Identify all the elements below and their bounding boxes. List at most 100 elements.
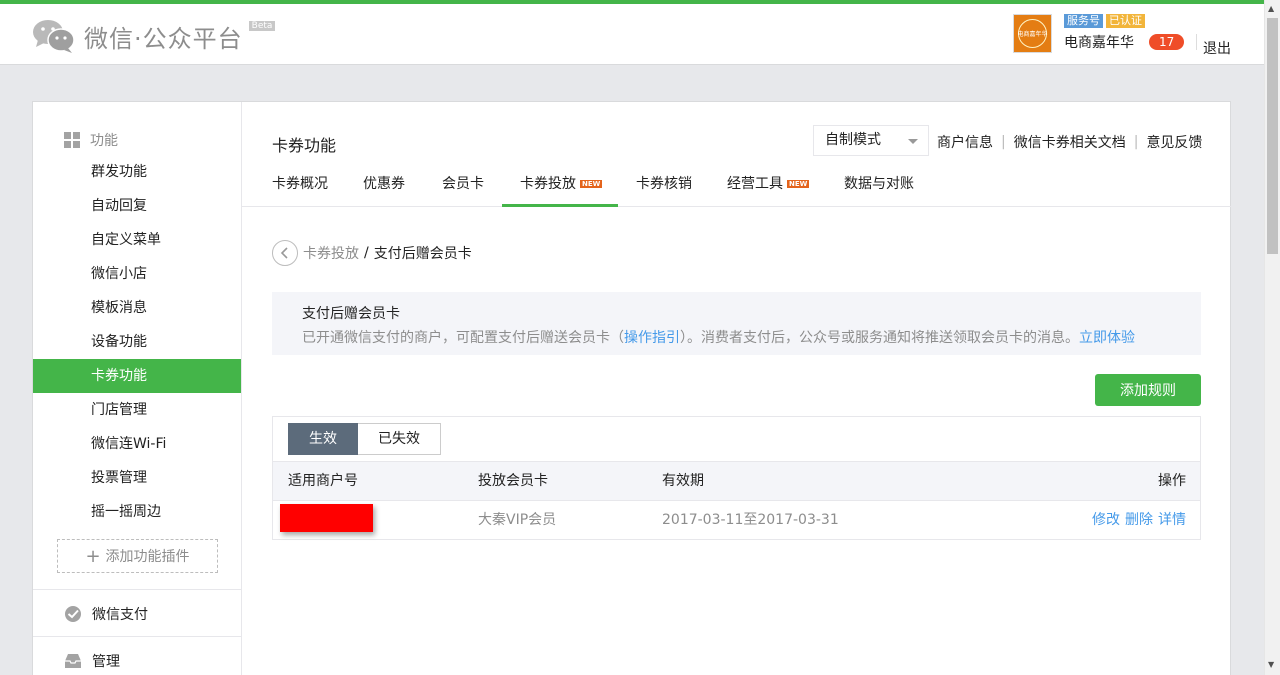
filter-active-button[interactable]: 生效 [288, 423, 358, 455]
chevron-left-icon [280, 247, 288, 259]
wechat-logo-icon [33, 20, 75, 53]
content-area: 卡券功能 自制模式 商户信息 | 微信卡券相关文档 | 意见反馈 卡券概况 优惠… [242, 102, 1232, 675]
sidebar-item-manage[interactable]: 管理 [64, 651, 120, 671]
status-filter: 生效 已失效 [288, 423, 441, 455]
sidebar-divider [33, 589, 241, 590]
manage-label: 管理 [92, 654, 120, 670]
sidebar-item-wifi[interactable]: 微信连Wi-Fi [33, 427, 241, 461]
tab-business-tools[interactable]: 经营工具 NEW [727, 168, 810, 207]
tab-card-distribution[interactable]: 卡券投放 NEW [502, 168, 618, 207]
mode-select-value: 自制模式 [825, 132, 881, 148]
edit-link[interactable]: 修改 [1092, 501, 1120, 539]
breadcrumb-current: 支付后赠会员卡 [373, 246, 472, 262]
top-links: 商户信息 | 微信卡券相关文档 | 意见反馈 [937, 132, 1202, 152]
detail-link[interactable]: 详情 [1158, 501, 1186, 539]
plus-icon: + [85, 545, 101, 567]
feedback-link[interactable]: 意见反馈 [1146, 132, 1202, 152]
new-badge: NEW [580, 180, 603, 188]
scroll-thumb[interactable] [1267, 18, 1278, 254]
top-header: 微信·公众平台 Beta 电商嘉年华 服务号 已认证 电商嘉年华 17 退出 [0, 0, 1264, 65]
guide-link[interactable]: 操作指引 [624, 330, 680, 346]
row-operations: 修改 删除 详情 [1092, 501, 1186, 539]
cell-validity: 2017-03-11至2017-03-31 [662, 512, 839, 528]
table-header: 适用商户号 投放会员卡 有效期 操作 [273, 461, 1200, 501]
add-plugin-label: 添加功能插件 [105, 549, 190, 565]
page-title: 卡券功能 [272, 136, 337, 155]
wechat-pay-icon [65, 606, 81, 622]
header-merchant-id: 适用商户号 [288, 473, 358, 489]
avatar[interactable]: 电商嘉年华 [1013, 14, 1052, 53]
scroll-down-icon[interactable]: ▼ [1268, 660, 1274, 669]
sidebar-item-auto-reply[interactable]: 自动回复 [33, 189, 241, 223]
sidebar-item-wechat-pay[interactable]: 微信支付 [64, 604, 148, 624]
message-count-badge[interactable]: 17 [1149, 34, 1185, 50]
avatar-text: 电商嘉年华 [1017, 30, 1047, 38]
table-row: 大秦VIP会员 2017-03-11至2017-03-31 修改 删除 详情 [273, 501, 1200, 540]
service-account-badge: 服务号 [1064, 14, 1103, 28]
logout-link[interactable]: 退出 [1203, 38, 1231, 58]
beta-badge: Beta [248, 21, 276, 31]
info-desc-middle: ）。消费者支付后，公众号或服务通知将推送领取会员卡的消息。 [680, 330, 1079, 346]
header-validity: 有效期 [662, 473, 704, 489]
logo-text: 微信·公众平台 [84, 24, 243, 53]
info-title: 支付后赠会员卡 [302, 306, 400, 322]
wechat-pay-label: 微信支付 [92, 607, 148, 623]
tab-card-overview[interactable]: 卡券概况 [272, 168, 328, 207]
filter-expired-button[interactable]: 已失效 [358, 423, 441, 455]
sidebar-item-shake[interactable]: 摇一摇周边 [33, 495, 241, 529]
inbox-icon [65, 654, 81, 668]
main-panel: 功能 群发功能 自动回复 自定义菜单 微信小店 模板消息 设备功能 卡券功能 门… [32, 101, 1232, 675]
sidebar-item-custom-menu[interactable]: 自定义菜单 [33, 223, 241, 257]
breadcrumb-parent-link[interactable]: 卡券投放 [303, 243, 359, 263]
card-docs-link[interactable]: 微信卡券相关文档 [1014, 132, 1126, 152]
sidebar-item-cards[interactable]: 卡券功能 [33, 359, 241, 393]
redacted-merchant-id [280, 504, 373, 532]
sidebar-item-template-message[interactable]: 模板消息 [33, 291, 241, 325]
tab-card-distribution-label: 卡券投放 [520, 176, 576, 192]
delete-link[interactable]: 删除 [1125, 501, 1153, 539]
sidebar-section-title: 功能 [90, 133, 118, 149]
sidebar-item-stores[interactable]: 门店管理 [33, 393, 241, 427]
header-divider [1196, 34, 1198, 50]
info-box: 支付后赠会员卡 已开通微信支付的商户，可配置支付后赠送会员卡（操作指引）。消费者… [272, 292, 1201, 355]
rules-table: 生效 已失效 适用商户号 投放会员卡 有效期 操作 大秦VIP会员 2017-0… [272, 416, 1201, 540]
grid-icon [64, 132, 80, 148]
logo[interactable]: 微信·公众平台 Beta [32, 18, 276, 54]
sidebar: 功能 群发功能 自动回复 自定义菜单 微信小店 模板消息 设备功能 卡券功能 门… [33, 102, 242, 675]
account-name[interactable]: 电商嘉年华 [1064, 32, 1134, 52]
tab-coupons[interactable]: 优惠券 [363, 168, 405, 207]
try-now-link[interactable]: 立即体验 [1079, 330, 1135, 346]
tab-data-reconciliation[interactable]: 数据与对账 [844, 168, 914, 207]
chevron-down-icon [908, 139, 918, 144]
back-button[interactable] [272, 240, 298, 266]
sidebar-item-voting[interactable]: 投票管理 [33, 461, 241, 495]
tab-card-redeem[interactable]: 卡券核销 [636, 168, 692, 207]
info-description: 已开通微信支付的商户，可配置支付后赠送会员卡（操作指引）。消费者支付后，公众号或… [302, 327, 1201, 347]
sidebar-item-device[interactable]: 设备功能 [33, 325, 241, 359]
tab-bar: 卡券概况 优惠券 会员卡 卡券投放 NEW 卡券核销 经营工具 NEW 数据与对账 [242, 168, 1232, 207]
scroll-up-icon[interactable]: ▲ [1268, 4, 1274, 13]
cell-member-card: 大秦VIP会员 [478, 512, 557, 528]
sidebar-divider [33, 636, 241, 637]
breadcrumb: 卡券投放 / 支付后赠会员卡 [272, 240, 472, 266]
link-separator: | [1001, 134, 1006, 150]
sidebar-section-function: 功能 [64, 130, 118, 150]
merchant-info-link[interactable]: 商户信息 [937, 132, 993, 152]
tab-member-card[interactable]: 会员卡 [442, 168, 484, 207]
mode-select[interactable]: 自制模式 [813, 125, 929, 156]
add-rule-button[interactable]: 添加规则 [1095, 374, 1201, 406]
verified-badge: 已认证 [1106, 14, 1145, 28]
header-operations: 操作 [1158, 473, 1186, 489]
page-scrollbar[interactable]: ▲ ▼ [1264, 0, 1280, 675]
tab-business-tools-label: 经营工具 [727, 176, 783, 192]
header-member-card: 投放会员卡 [478, 473, 548, 489]
breadcrumb-separator: / [364, 245, 369, 261]
link-separator: | [1133, 134, 1139, 150]
info-desc-prefix: 已开通微信支付的商户，可配置支付后赠送会员卡（ [302, 330, 624, 346]
add-plugin-button[interactable]: + 添加功能插件 [57, 539, 218, 573]
sidebar-item-wechat-shop[interactable]: 微信小店 [33, 257, 241, 291]
account-panel: 电商嘉年华 服务号 已认证 电商嘉年华 17 [1013, 14, 1198, 54]
avatar-emblem-icon: 电商嘉年华 [1017, 19, 1048, 48]
new-badge: NEW [787, 180, 810, 188]
sidebar-item-mass-send[interactable]: 群发功能 [33, 155, 241, 189]
